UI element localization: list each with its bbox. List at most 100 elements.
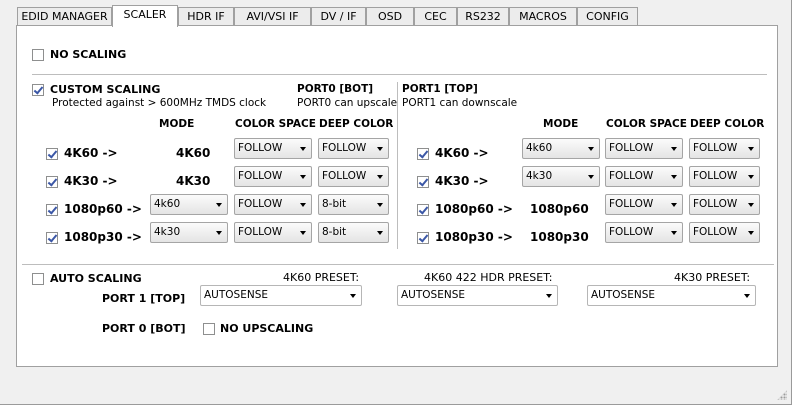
no-scaling-label: NO SCALING (50, 48, 127, 61)
select-value: FOLLOW (609, 226, 654, 238)
select-value: FOLLOW (693, 170, 738, 182)
application-window: EDID MANAGER SCALER HDR IF AVI/VSI IF DV… (0, 0, 792, 405)
chevron-down-icon (671, 175, 677, 179)
select-value: 4k30 (154, 226, 181, 238)
tab-scaler[interactable]: SCALER (112, 5, 178, 27)
4k30-preset-select[interactable]: AUTOSENSE (587, 285, 756, 306)
tab-hdr-if[interactable]: HDR IF (178, 7, 234, 26)
port1-1080p30-deep-color-select[interactable]: FOLLOW (689, 222, 760, 243)
tab-macros[interactable]: MACROS (509, 7, 577, 26)
port1-4k30-mode-select[interactable]: 4k30 (522, 166, 600, 187)
chevron-down-icon (748, 175, 754, 179)
port0-4k60-color-space-select[interactable]: FOLLOW (234, 138, 312, 159)
port0-1080p30-deep-color-select[interactable]: 8-bit (318, 222, 389, 243)
4k60-preset-select[interactable]: AUTOSENSE (200, 285, 362, 306)
chevron-down-icon (744, 294, 750, 298)
port0-note: PORT0 can upscale (297, 97, 398, 109)
port1-4k60-deep-color-select[interactable]: FOLLOW (689, 138, 760, 159)
port0-4k30-checkbox[interactable] (46, 176, 58, 188)
port1-row-label: 4K60 -> (435, 146, 489, 160)
select-value: AUTOSENSE (591, 289, 655, 301)
chevron-down-icon (377, 147, 383, 151)
port0-4k30-color-space-select[interactable]: FOLLOW (234, 166, 312, 187)
chevron-down-icon (588, 147, 594, 151)
select-value: AUTOSENSE (204, 289, 268, 301)
tab-config[interactable]: CONFIG (577, 7, 638, 26)
port0-1080p30-mode-select[interactable]: 4k30 (150, 222, 228, 243)
chevron-down-icon (588, 175, 594, 179)
select-value: FOLLOW (693, 198, 738, 210)
port1-deep-color-header: DEEP COLOR (690, 118, 765, 130)
port0-1080p60-checkbox[interactable] (46, 204, 58, 216)
chevron-down-icon (671, 231, 677, 235)
chevron-down-icon (377, 231, 383, 235)
port1-4k30-checkbox[interactable] (417, 176, 429, 188)
select-value: FOLLOW (238, 142, 283, 154)
chevron-down-icon (300, 147, 306, 151)
port0-4k30-deep-color-select[interactable]: FOLLOW (318, 166, 389, 187)
port1-note: PORT1 can downscale (402, 97, 518, 109)
select-value: 4k30 (526, 170, 553, 182)
port1-1080p30-checkbox[interactable] (417, 232, 429, 244)
tab-dv-if[interactable]: DV / IF (311, 7, 366, 26)
port0-4k60-checkbox[interactable] (46, 148, 58, 160)
chevron-down-icon (748, 231, 754, 235)
tab-edid-manager[interactable]: EDID MANAGER (17, 7, 112, 26)
no-upscaling-label: NO UPSCALING (220, 322, 314, 335)
status-bar (0, 373, 791, 404)
4k60-preset-label: 4K60 PRESET: (283, 271, 360, 284)
no-upscaling-checkbox[interactable] (203, 323, 215, 335)
port1-top-label: PORT 1 [TOP] (102, 292, 186, 305)
tab-osd[interactable]: OSD (366, 7, 414, 26)
port0-title: PORT0 [BOT] (297, 83, 374, 95)
auto-scaling-label: AUTO SCALING (50, 272, 142, 285)
port0-row-label: 1080p30 -> (64, 230, 142, 244)
port0-1080p30-checkbox[interactable] (46, 232, 58, 244)
custom-scaling-checkbox[interactable] (32, 84, 44, 96)
select-value: 4k60 (526, 142, 553, 154)
port1-4k60-mode-select[interactable]: 4k60 (522, 138, 600, 159)
port0-row-label: 4K60 -> (64, 146, 118, 160)
port0-4k60-deep-color-select[interactable]: FOLLOW (318, 138, 389, 159)
port1-1080p60-color-space-select[interactable]: FOLLOW (605, 194, 683, 215)
port0-deep-color-header: DEEP COLOR (319, 118, 394, 130)
port1-1080p60-checkbox[interactable] (417, 204, 429, 216)
port0-1080p60-color-space-select[interactable]: FOLLOW (234, 194, 312, 215)
chevron-down-icon (300, 231, 306, 235)
select-value: FOLLOW (609, 170, 654, 182)
tab-avi-vsi-if[interactable]: AVI/VSI IF (234, 7, 311, 26)
4k60-422-hdr-preset-label: 4K60 422 HDR PRESET: (424, 271, 553, 284)
chevron-down-icon (377, 175, 383, 179)
no-scaling-checkbox[interactable] (32, 49, 44, 61)
select-value: 8-bit (322, 226, 347, 238)
4k30-preset-label: 4K30 PRESET: (674, 271, 751, 284)
tab-rs232[interactable]: RS232 (457, 7, 509, 26)
chevron-down-icon (300, 203, 306, 207)
4k60-422-hdr-preset-select[interactable]: AUTOSENSE (397, 285, 558, 306)
port0-bot-label: PORT 0 [BOT] (102, 322, 186, 335)
chevron-down-icon (671, 203, 677, 207)
resize-grip-icon[interactable] (777, 390, 787, 400)
tab-cec[interactable]: CEC (414, 7, 457, 26)
auto-scaling-checkbox[interactable] (32, 273, 44, 285)
port1-4k30-color-space-select[interactable]: FOLLOW (605, 166, 683, 187)
port1-1080p60-deep-color-select[interactable]: FOLLOW (689, 194, 760, 215)
port1-mode-header: MODE (543, 118, 579, 130)
chevron-down-icon (216, 231, 222, 235)
port1-title: PORT1 [TOP] (402, 83, 478, 95)
port1-1080p30-color-space-select[interactable]: FOLLOW (605, 222, 683, 243)
port1-4k30-deep-color-select[interactable]: FOLLOW (689, 166, 760, 187)
port0-mode-value: 4K30 (176, 174, 211, 188)
port0-1080p30-color-space-select[interactable]: FOLLOW (234, 222, 312, 243)
port1-row-label: 1080p60 -> (435, 202, 513, 216)
port1-4k60-checkbox[interactable] (417, 148, 429, 160)
port0-1080p60-deep-color-select[interactable]: 8-bit (318, 194, 389, 215)
port1-mode-value: 1080p60 (530, 202, 589, 216)
scaler-panel: NO SCALING CUSTOM SCALING Protected agai… (16, 25, 778, 367)
select-value: FOLLOW (693, 142, 738, 154)
port1-4k60-color-space-select[interactable]: FOLLOW (605, 138, 683, 159)
chevron-down-icon (748, 203, 754, 207)
port0-mode-value: 4K60 (176, 146, 211, 160)
port0-1080p60-mode-select[interactable]: 4k60 (150, 194, 228, 215)
select-value: AUTOSENSE (401, 289, 465, 301)
